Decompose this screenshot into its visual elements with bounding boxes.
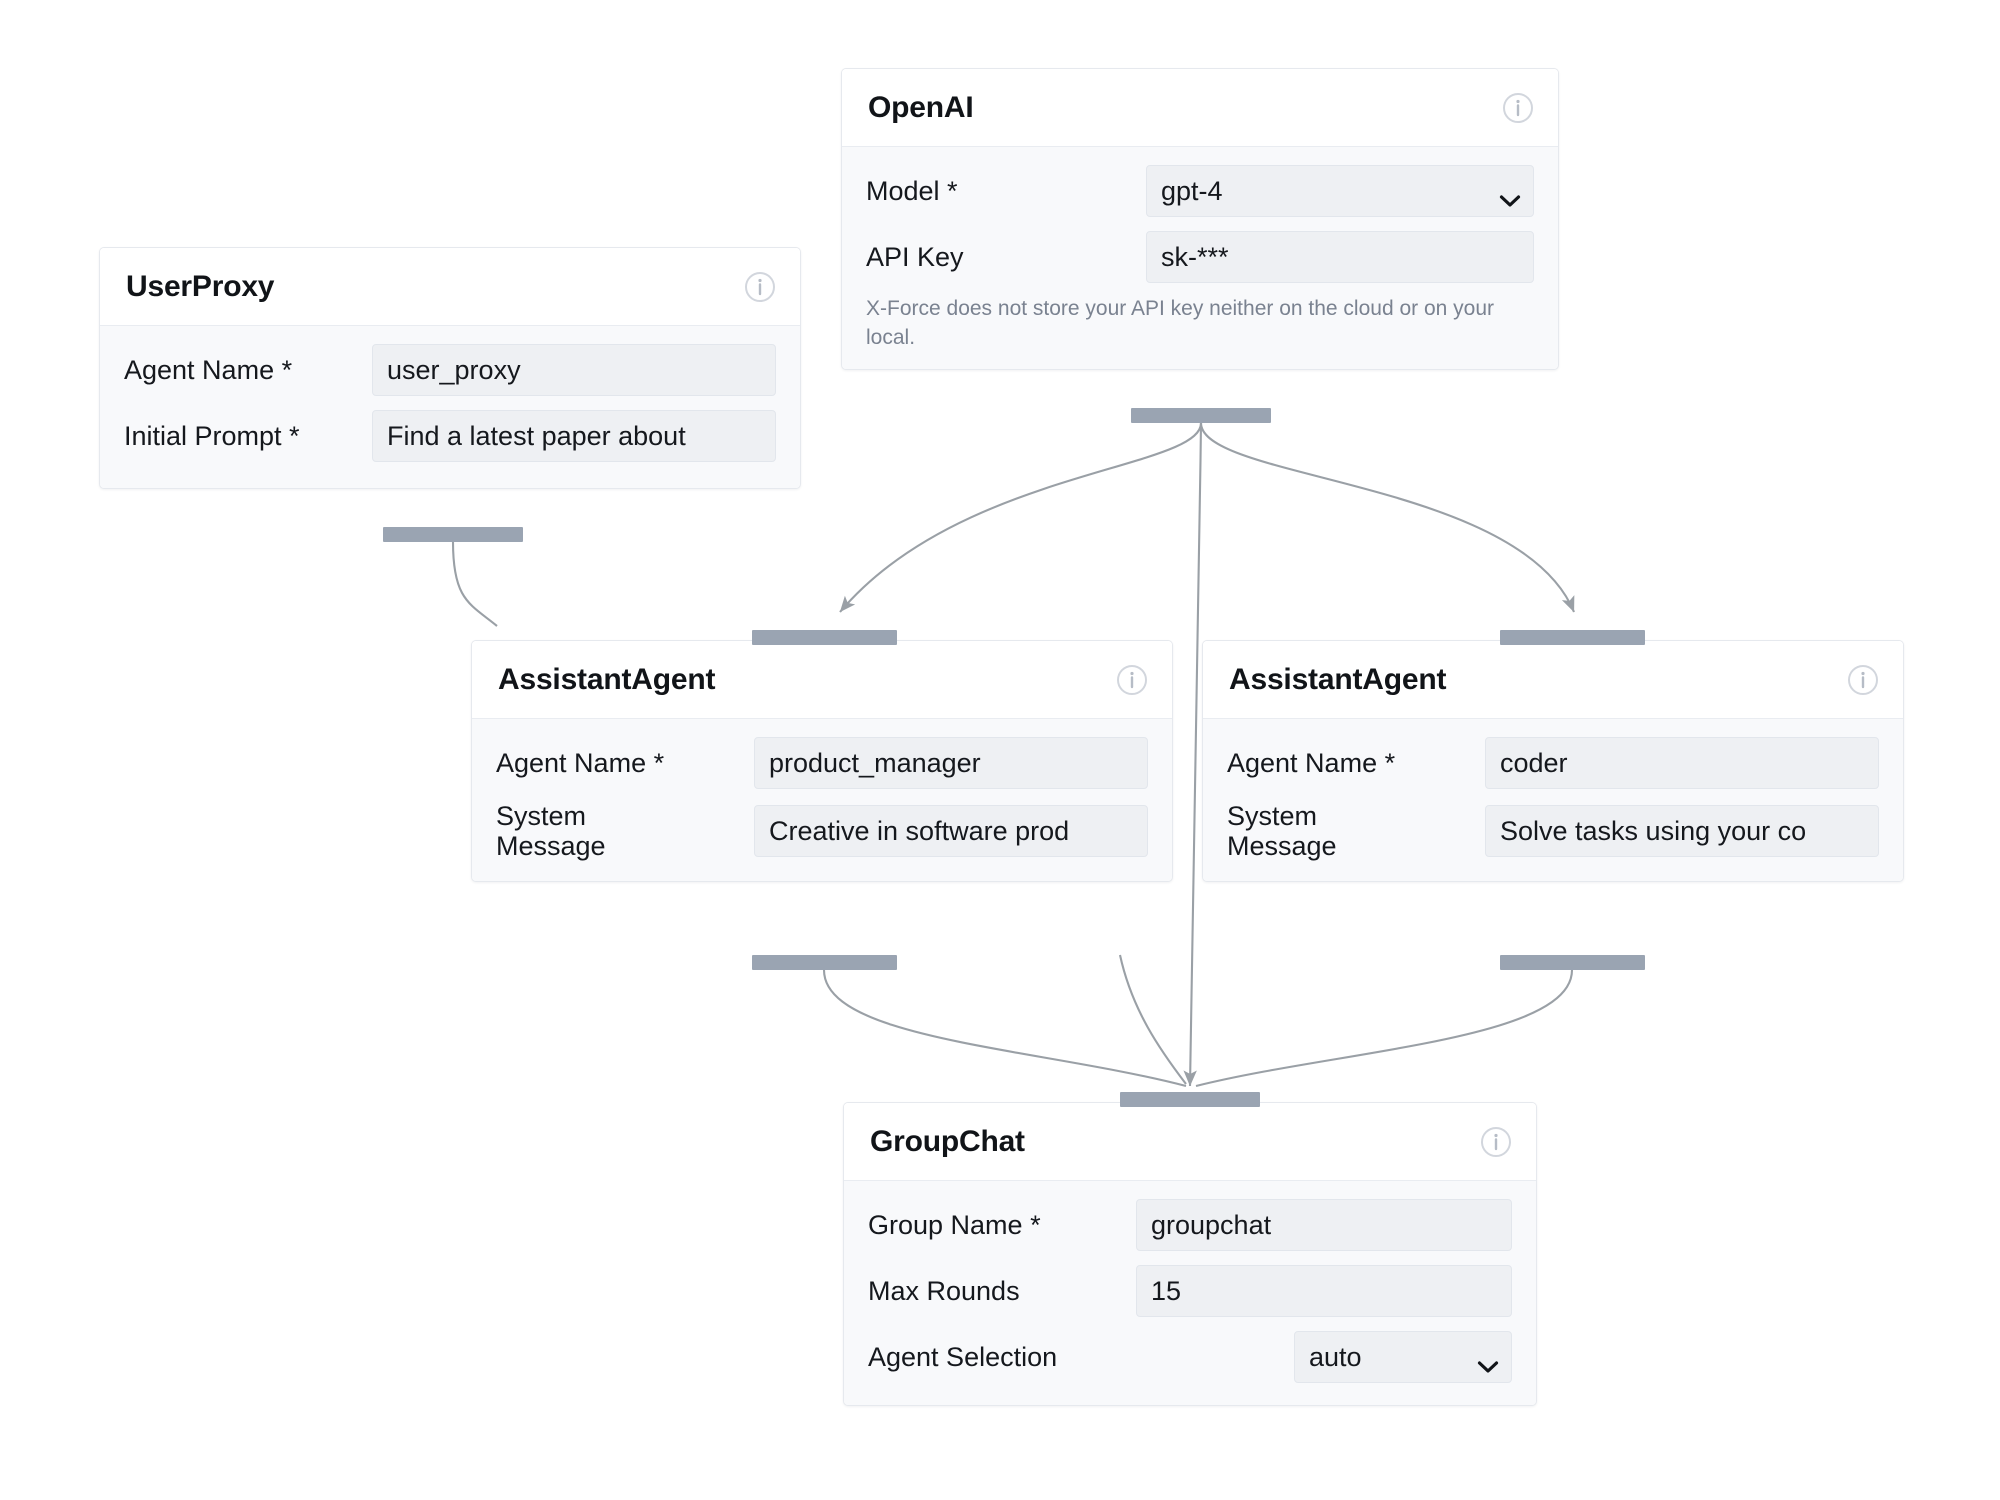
info-circle-icon[interactable] <box>744 271 776 303</box>
node-groupchat-body: Group Name * groupchat Max Rounds 15 Age… <box>844 1181 1536 1405</box>
field-label-max-rounds: Max Rounds <box>868 1275 1020 1306</box>
node-groupchat-header[interactable]: GroupChat <box>844 1103 1536 1181</box>
edge-openai-to-groupchat <box>1183 422 1203 1087</box>
node-assistant-2-title: AssistantAgent <box>1229 662 1447 696</box>
info-circle-icon[interactable] <box>1480 1126 1512 1158</box>
system-message-input[interactable]: Creative in software prod <box>754 805 1148 858</box>
agent-selection-select[interactable]: auto <box>1294 1331 1512 1383</box>
node-assistant-2-header[interactable]: AssistantAgent <box>1203 641 1903 719</box>
api-key-input[interactable]: sk-*** <box>1146 231 1534 283</box>
initial-prompt-input[interactable]: Find a latest paper about <box>372 410 776 462</box>
chevron-down-icon <box>1499 184 1521 207</box>
group-name-input[interactable]: groupchat <box>1136 1199 1512 1251</box>
field-label-agent-name: Agent Name * <box>496 747 665 778</box>
agent-selection-value: auto <box>1309 1341 1362 1372</box>
target-handle-groupchat[interactable] <box>1120 1092 1260 1107</box>
field-row-max-rounds: Max Rounds 15 <box>868 1263 1512 1319</box>
field-label-agent-name: Agent Name * <box>1227 747 1396 778</box>
field-label-system-message: System Message <box>496 801 606 862</box>
source-handle-assistant-1[interactable] <box>752 955 897 970</box>
edge-assistant-1-to-groupchat <box>822 969 1187 1088</box>
flow-canvas[interactable]: OpenAI Model * gpt-4 API Key sk-*** X-Fo… <box>0 0 2000 1500</box>
field-label-system-message: System Message <box>1227 801 1337 862</box>
field-label-initial-prompt: Initial Prompt * <box>124 420 300 451</box>
node-assistant-agent-coder[interactable]: AssistantAgent Agent Name * coder System… <box>1202 640 1904 883</box>
node-userproxy-title: UserProxy <box>126 269 275 303</box>
target-handle-assistant-1[interactable] <box>752 630 897 645</box>
field-row-group-name: Group Name * groupchat <box>868 1197 1512 1253</box>
max-rounds-input[interactable]: 15 <box>1136 1265 1512 1317</box>
model-select[interactable]: gpt-4 <box>1146 165 1534 217</box>
node-assistant-1-title: AssistantAgent <box>498 662 716 696</box>
source-handle-userproxy[interactable] <box>383 527 523 542</box>
field-label-model: Model * <box>866 175 958 206</box>
field-row-system-message: System Message Creative in software prod <box>496 801 1148 861</box>
field-row-api-key: API Key sk-*** <box>866 229 1534 285</box>
node-openai-header[interactable]: OpenAI <box>842 69 1558 147</box>
node-openai[interactable]: OpenAI Model * gpt-4 API Key sk-*** X-Fo… <box>841 68 1559 370</box>
node-groupchat[interactable]: GroupChat Group Name * groupchat Max Rou… <box>843 1102 1537 1406</box>
source-handle-assistant-2[interactable] <box>1500 955 1645 970</box>
node-userproxy-header[interactable]: UserProxy <box>100 248 800 326</box>
node-groupchat-title: GroupChat <box>870 1124 1025 1158</box>
edge-userproxy-to-assistant-1 <box>451 541 498 627</box>
system-message-input[interactable]: Solve tasks using your co <box>1485 805 1879 858</box>
field-row-agent-name: Agent Name * user_proxy <box>124 342 776 398</box>
field-row-initial-prompt: Initial Prompt * Find a latest paper abo… <box>124 408 776 464</box>
chevron-down-icon <box>1477 1350 1499 1373</box>
node-userproxy-body: Agent Name * user_proxy Initial Prompt *… <box>100 326 800 488</box>
field-row-agent-name: Agent Name * coder <box>1227 735 1879 791</box>
field-label-group-name: Group Name * <box>868 1209 1041 1240</box>
field-row-agent-name: Agent Name * product_manager <box>496 735 1148 791</box>
agent-name-input[interactable]: user_proxy <box>372 344 776 396</box>
node-assistant-1-body: Agent Name * product_manager System Mess… <box>472 719 1172 882</box>
field-label-agent-name: Agent Name * <box>124 354 293 385</box>
node-assistant-1-header[interactable]: AssistantAgent <box>472 641 1172 719</box>
edge-assistant-2-to-groupchat <box>1195 969 1574 1088</box>
field-label-api-key: API Key <box>866 241 964 272</box>
field-row-model: Model * gpt-4 <box>866 163 1534 219</box>
field-label-agent-selection: Agent Selection <box>868 1341 1058 1372</box>
target-handle-assistant-2[interactable] <box>1500 630 1645 645</box>
edge-userproxy-to-groupchat <box>1118 954 1187 1085</box>
node-openai-body: Model * gpt-4 API Key sk-*** X-Force doe… <box>842 147 1558 369</box>
info-circle-icon[interactable] <box>1847 664 1879 696</box>
api-key-hint: X-Force does not store your API key neit… <box>866 297 1495 349</box>
node-assistant-agent-product-manager[interactable]: AssistantAgent Agent Name * product_mana… <box>471 640 1173 883</box>
edge-openai-to-assistant-1 <box>839 422 1203 613</box>
model-select-value: gpt-4 <box>1161 175 1223 206</box>
info-circle-icon[interactable] <box>1502 92 1534 124</box>
edge-openai-to-assistant-2 <box>1199 422 1575 613</box>
node-openai-title: OpenAI <box>868 90 974 124</box>
node-assistant-2-body: Agent Name * coder System Message Solve … <box>1203 719 1903 882</box>
agent-name-input[interactable]: coder <box>1485 737 1879 789</box>
node-userproxy[interactable]: UserProxy Agent Name * user_proxy Initia… <box>99 247 801 489</box>
source-handle-openai[interactable] <box>1131 408 1271 423</box>
agent-name-input[interactable]: product_manager <box>754 737 1148 789</box>
info-circle-icon[interactable] <box>1116 664 1148 696</box>
field-row-agent-selection: Agent Selection auto <box>868 1329 1512 1385</box>
field-row-system-message: System Message Solve tasks using your co <box>1227 801 1879 861</box>
